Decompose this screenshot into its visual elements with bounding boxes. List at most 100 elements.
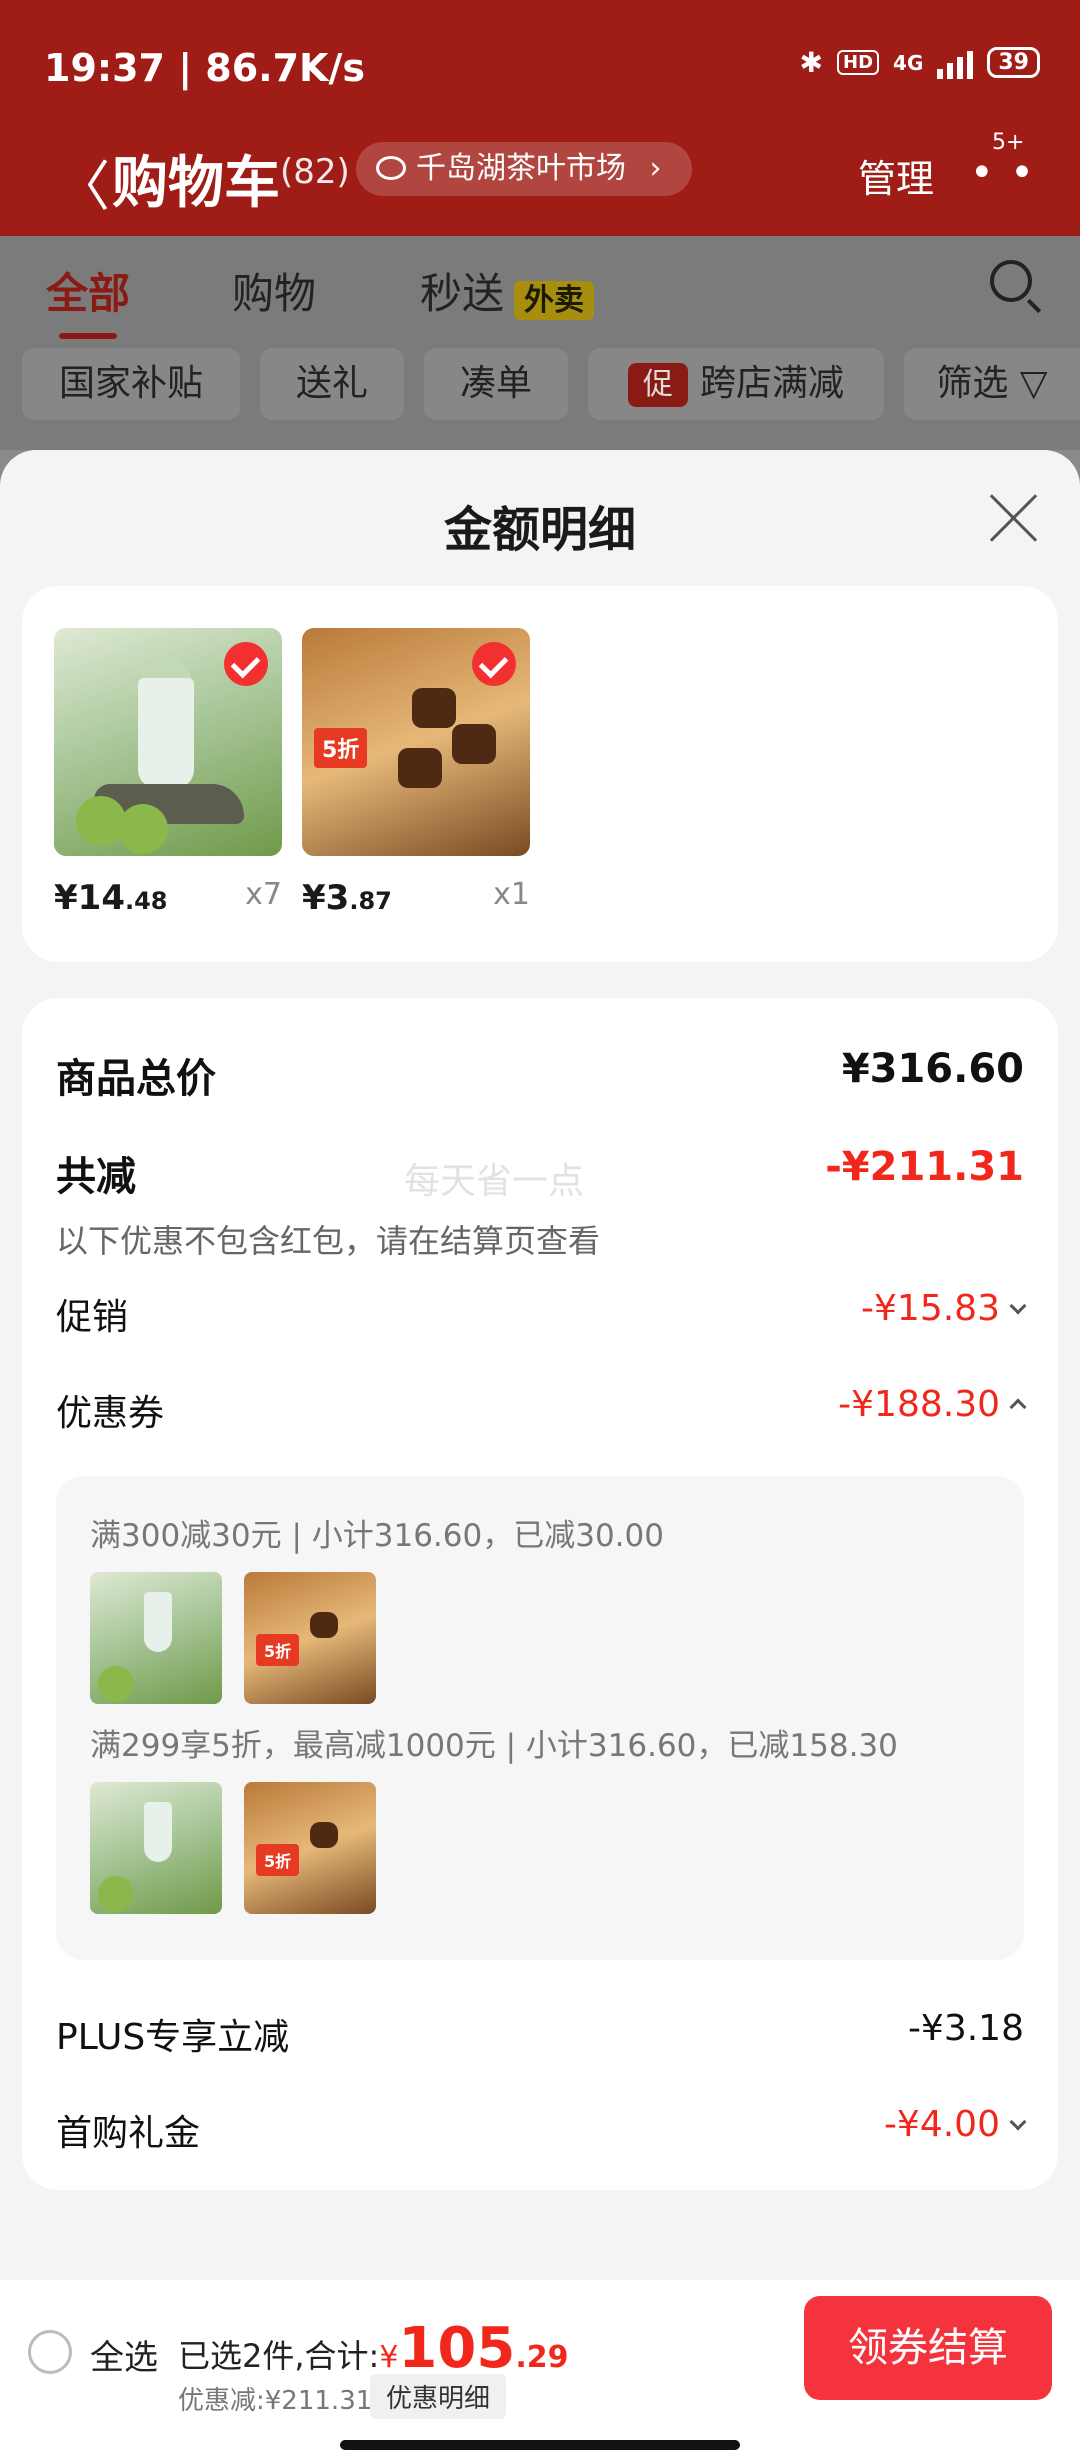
product-item[interactable]: 5折 ¥3.87 x1: [302, 628, 530, 918]
checked-icon[interactable]: [472, 642, 516, 686]
price-breakdown: 商品总价 ¥316.60 共减 -¥211.31 每天省一点 以下优惠不包含红包…: [22, 998, 1058, 2190]
product-total-value: ¥316.60: [841, 1046, 1024, 1092]
icecream-cup-shape: [144, 1592, 172, 1652]
network-label: 4G: [893, 50, 924, 75]
manage-button[interactable]: 管理: [858, 148, 934, 203]
watermark-text: 每天省一点: [404, 1161, 585, 1202]
first-purchase-value: -¥4.00: [883, 2104, 1000, 2145]
icecream-cup-shape: [138, 678, 194, 788]
reduction-label: 共减: [56, 1154, 136, 1200]
chocolate-shape: [452, 724, 496, 764]
chocolate-shape: [310, 1612, 338, 1638]
chocolate-shape: [310, 1822, 338, 1848]
first-purchase-label: 首购礼金: [56, 2113, 201, 2154]
coupon-rule: 满300减30元 | 小计316.60，已减30.00: [90, 1518, 664, 1554]
total-price: ¥105.29: [379, 2316, 568, 2381]
discount-tag-shape: 5折: [256, 1844, 300, 1876]
chip-filter-label: 筛选: [936, 363, 1009, 404]
discount-summary: 优惠减:¥211.31: [178, 2386, 373, 2416]
coupon-product-thumb: 5折: [244, 1572, 376, 1704]
chip-subsidy[interactable]: 国家补贴: [22, 348, 240, 420]
price-cents: .48: [124, 887, 168, 915]
selection-summary: 已选2件,合计:¥105.29: [178, 2316, 568, 2381]
chip-filter[interactable]: 筛选 ▽: [904, 348, 1080, 420]
chip-cross-store-label: 跨店满减: [699, 363, 844, 404]
signal-icon: [937, 47, 974, 79]
row-plus: PLUS专享立减 -¥3.18: [56, 2008, 1024, 2064]
coupon-product-thumb: 5折: [244, 1782, 376, 1914]
plum-shape: [118, 804, 168, 854]
chevron-down-icon: [1009, 2113, 1027, 2131]
reduction-value: -¥211.31: [825, 1144, 1024, 1190]
coupon-product-thumb: [90, 1572, 222, 1704]
select-all-radio[interactable]: [28, 2330, 72, 2374]
plum-shape: [98, 1876, 134, 1912]
more-icon[interactable]: • •: [970, 150, 1036, 196]
select-all-label[interactable]: 全选: [90, 2330, 158, 2379]
plum-shape: [98, 1666, 134, 1702]
promotion-label: 促销: [56, 1297, 129, 1338]
home-indicator[interactable]: [340, 2440, 740, 2450]
location-selector[interactable]: 千岛湖茶叶市场 ›: [356, 142, 692, 196]
chevron-right-icon: ›: [649, 151, 662, 186]
chocolate-shape: [412, 688, 456, 728]
price-cents: .87: [349, 887, 392, 915]
tab-instant[interactable]: 秒送 外卖: [420, 260, 595, 321]
coupon-label: 优惠券: [56, 1393, 165, 1434]
tab-all[interactable]: 全部: [46, 260, 130, 339]
chevron-down-icon: [1009, 1297, 1027, 1315]
plus-value: -¥3.18: [907, 2008, 1024, 2049]
title-bar: 〈 购物车 (82) 千岛湖茶叶市场 › 管理 • • 5+: [0, 130, 1080, 218]
coupon-rule: 满299享5折，最高减1000元 | 小计316.60，已减158.30: [90, 1728, 898, 1764]
row-promotion[interactable]: 促销 -¥15.83: [56, 1288, 1027, 1344]
battery-icon: 39: [987, 47, 1040, 78]
product-qty: x1: [493, 877, 530, 912]
row-coupon[interactable]: 优惠券 -¥188.30: [56, 1384, 1027, 1440]
checkout-button[interactable]: 领券结算: [804, 2296, 1052, 2400]
price-main: ¥14: [54, 878, 125, 918]
search-icon[interactable]: [990, 260, 1032, 302]
status-time: 19:37 | 86.7K/s: [44, 46, 365, 90]
chip-addon[interactable]: 凑单: [424, 348, 568, 420]
back-icon[interactable]: 〈: [56, 142, 110, 221]
location-label: 千岛湖茶叶市场: [416, 151, 626, 186]
sheet-title: 金额明细: [443, 502, 636, 558]
status-icons: ✱ HD 4G 39: [800, 46, 1040, 79]
hd-icon: HD: [837, 50, 880, 75]
coupon-details: 满300减30元 | 小计316.60，已减30.00 5折 满299享5折，最…: [56, 1476, 1024, 1960]
product-qty: x7: [245, 877, 282, 912]
chip-gift[interactable]: 送礼: [260, 348, 404, 420]
promotion-value: -¥15.83: [861, 1288, 1000, 1329]
product-thumb-chocolate: 5折: [302, 628, 530, 856]
page-title: 购物车: [112, 151, 280, 216]
bluetooth-icon: ✱: [799, 46, 824, 79]
checked-icon[interactable]: [224, 642, 268, 686]
takeout-badge: 外卖: [514, 280, 595, 320]
chip-cross-store[interactable]: 促跨店满减: [588, 348, 884, 420]
close-icon[interactable]: [986, 490, 1042, 546]
tab-shopping[interactable]: 购物: [232, 260, 316, 321]
filter-chips: 国家补贴 送礼 凑单 促跨店满减 筛选 ▽: [0, 340, 1080, 450]
first-purchase-value-wrap: -¥4.00: [883, 2104, 1027, 2145]
icecream-cup-shape: [144, 1802, 172, 1862]
plus-label: PLUS专享立减: [56, 2017, 290, 2058]
product-total-label: 商品总价: [56, 1056, 216, 1102]
coupon-value-wrap: -¥188.30: [838, 1384, 1027, 1425]
total-yen: ¥: [379, 2340, 399, 2375]
product-item[interactable]: ¥14.48 x7: [54, 628, 282, 918]
discount-tag-shape: 5折: [256, 1634, 300, 1666]
amount-detail-sheet: 金额明细 ¥14.48 x7 5折 ¥3.87 x1 商品总价 ¥316.60 …: [0, 450, 1080, 2460]
discount-tag-shape: 5折: [314, 728, 368, 768]
discount-detail-button[interactable]: 优惠明细: [370, 2374, 507, 2419]
total-main: 105: [398, 2316, 516, 2381]
coupon-product-thumb: [90, 1782, 222, 1914]
row-first-purchase[interactable]: 首购礼金 -¥4.00: [56, 2104, 1027, 2160]
more-badge: 5+: [992, 130, 1025, 155]
row-product-total: 商品总价 ¥316.60: [56, 1046, 1024, 1102]
checkout-bar: 全选 已选2件,合计:¥105.29 优惠减:¥211.31 优惠明细 领券结算: [0, 2280, 1080, 2460]
status-bar: 19:37 | 86.7K/s ✱ HD 4G 39: [0, 40, 1080, 100]
product-strip: ¥14.48 x7 5折 ¥3.87 x1: [22, 586, 1058, 962]
product-thumb-icecream: [54, 628, 282, 856]
filter-icon: ▽: [1019, 363, 1048, 404]
chevron-up-icon: [1009, 1398, 1027, 1416]
